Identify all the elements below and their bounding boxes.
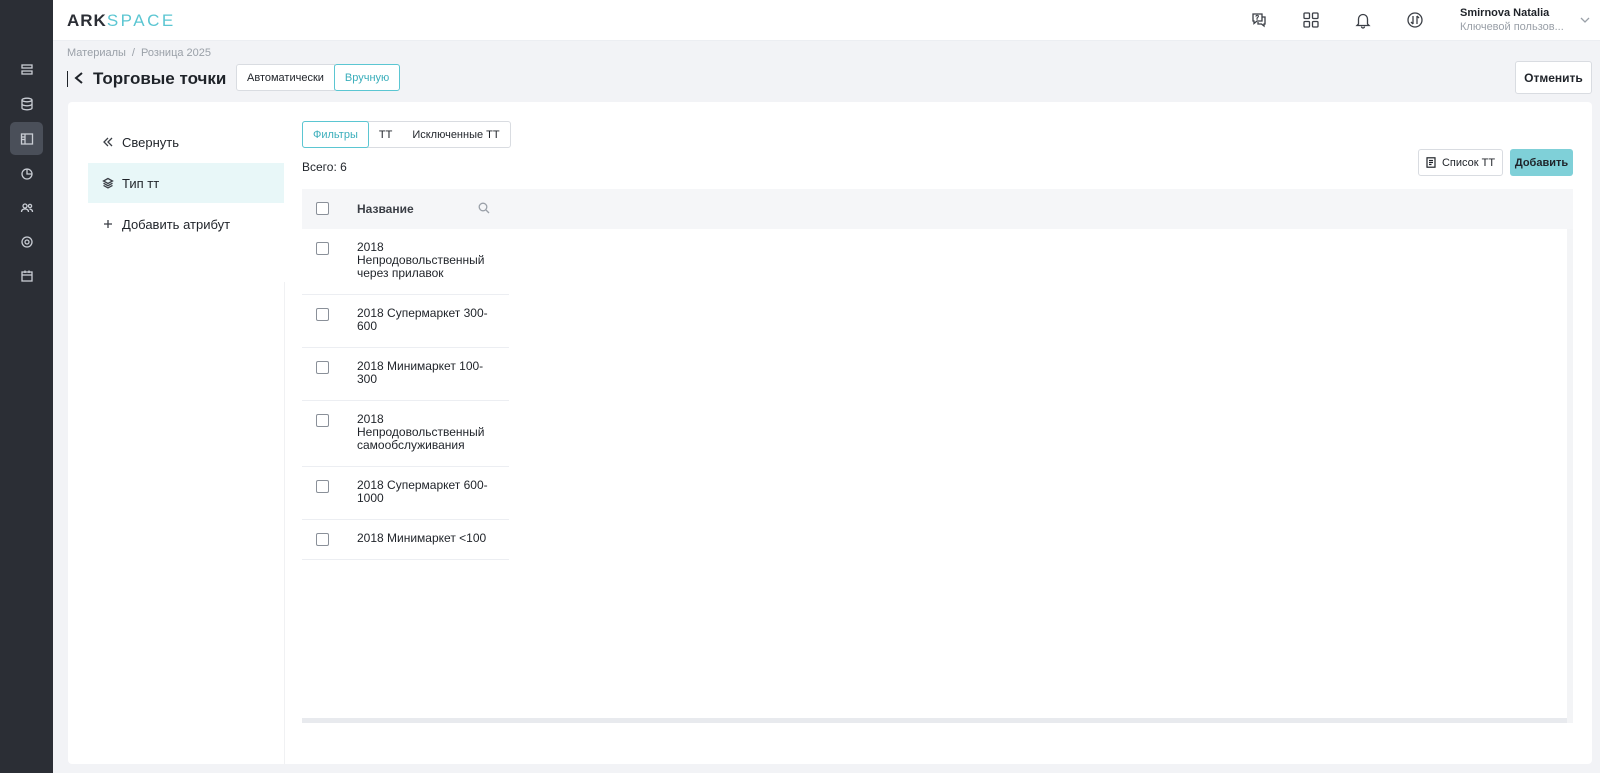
table-row[interactable]: 2018 Супермаркет 600-1000 (302, 467, 509, 520)
add-attribute-button[interactable]: Добавить атрибут (88, 204, 284, 244)
tt-list-label: Список ТТ (1441, 156, 1496, 169)
sidebar-item-label: Тип тт (122, 175, 160, 191)
user-menu[interactable]: Smirnova Natalia Ключевой пользов... (1460, 7, 1580, 33)
breadcrumb: Материалы / Розница 2025 (67, 47, 211, 59)
bell-icon (1355, 13, 1371, 29)
sync-button[interactable] (1405, 10, 1425, 30)
back-button[interactable] (73, 71, 85, 88)
table-row[interactable]: 2018 Супермаркет 300-600 (302, 295, 509, 348)
gear-icon (20, 235, 33, 248)
document-icon (1426, 157, 1436, 168)
rail-database[interactable] (10, 87, 43, 120)
rail-reports[interactable] (10, 157, 43, 190)
add-button[interactable]: Добавить (1510, 149, 1573, 176)
sidebar-item-tip-tt[interactable]: Тип тт (88, 163, 284, 203)
row-checkbox[interactable] (316, 533, 329, 546)
table-row[interactable]: 2018 Непродовольственный самообслуживани… (302, 401, 509, 467)
rail-settings[interactable] (10, 225, 43, 258)
sidebar-divider (284, 282, 285, 764)
breadcrumb-materials[interactable]: Материалы (67, 47, 126, 59)
tab-excluded-tt[interactable]: Исключенные ТТ (402, 122, 509, 147)
search-icon (478, 202, 490, 214)
select-all-checkbox[interactable] (316, 202, 329, 215)
table-header: Название (302, 189, 1573, 229)
column-search-button[interactable] (478, 202, 490, 217)
row-name: 2018 Минимаркет <100 (357, 531, 487, 545)
row-name: 2018 Супермаркет 600-1000 (357, 478, 488, 505)
logo-bold: ARK (67, 11, 107, 30)
double-chevron-left-icon (103, 137, 113, 147)
notifications-button[interactable] (1353, 10, 1373, 30)
cancel-button[interactable]: Отменить (1515, 61, 1592, 94)
add-attribute-label: Добавить атрибут (122, 216, 231, 232)
row-checkbox[interactable] (316, 414, 329, 427)
breadcrumb-separator: / (131, 47, 135, 59)
column-header-name[interactable]: Название (357, 202, 414, 216)
user-menu-toggle[interactable] (1579, 14, 1591, 26)
page-title: Торговые точки (93, 69, 227, 88)
page-header: Торговые точки (67, 66, 226, 92)
layout-icon (20, 132, 33, 145)
help-chat-icon: ? (1252, 13, 1266, 28)
apps-button[interactable] (1301, 10, 1321, 30)
main-card: Свернуть Тип тт Добавить атрибут Фильтры… (68, 102, 1592, 764)
tt-list-button[interactable]: Список ТТ (1418, 149, 1503, 176)
mode-toggle: Автоматически Вручную (236, 64, 401, 91)
total-count: Всего: 6 (302, 160, 347, 174)
sync-icon (1407, 12, 1423, 28)
plus-icon (104, 220, 112, 228)
tasks-icon (20, 63, 33, 75)
users-icon (20, 202, 33, 212)
top-bar: ARKSPACE ? Smirnova Natalia Ключевой пол… (53, 0, 1600, 41)
horizontal-scrollbar[interactable] (302, 718, 1567, 723)
rail-layout[interactable] (10, 122, 43, 155)
table-row[interactable]: 2018 Минимаркет 100-300 (302, 348, 509, 401)
mode-manual-button[interactable]: Вручную (333, 64, 401, 91)
apps-grid-icon (1303, 12, 1319, 28)
row-checkbox[interactable] (316, 361, 329, 374)
collapse-sidebar-button[interactable]: Свернуть (88, 122, 284, 162)
chevron-down-icon (1580, 17, 1590, 23)
help-chat-button[interactable]: ? (1249, 10, 1269, 30)
layers-icon (102, 177, 114, 189)
tab-filters[interactable]: Фильтры (302, 121, 369, 148)
data-table: Название 2018 Непродовольственный через … (302, 189, 1573, 734)
chart-icon (20, 167, 33, 180)
rail-calendar[interactable] (10, 259, 43, 292)
row-name: 2018 Минимаркет 100-300 (357, 359, 484, 386)
content-tabs: Фильтры ТТ Исключенные ТТ (302, 121, 511, 148)
row-checkbox[interactable] (316, 480, 329, 493)
mode-auto-button[interactable]: Автоматически (236, 64, 335, 91)
row-name: 2018 Непродовольственный самообслуживани… (357, 412, 485, 452)
user-name: Smirnova Natalia (1460, 7, 1550, 19)
row-checkbox[interactable] (316, 308, 329, 321)
row-name: 2018 Супермаркет 300-600 (357, 306, 488, 333)
user-role: Ключевой пользов... (1460, 21, 1564, 33)
logo-light: SPACE (106, 11, 176, 30)
collapse-label: Свернуть (122, 134, 180, 150)
tab-tt[interactable]: ТТ (369, 122, 402, 147)
rail-tasks[interactable] (10, 53, 43, 86)
calendar-icon (20, 270, 33, 282)
rail-users[interactable] (10, 191, 43, 224)
table-row[interactable]: 2018 Минимаркет <100 (302, 520, 509, 560)
chevron-left-icon (74, 71, 83, 84)
left-nav-rail (0, 0, 53, 773)
database-icon (20, 97, 33, 110)
row-checkbox[interactable] (316, 242, 329, 255)
table-row[interactable]: 2018 Непродовольственный через прилавок (302, 229, 509, 295)
breadcrumb-retail-2025[interactable]: Розница 2025 (141, 47, 211, 59)
app-logo[interactable]: ARKSPACE (67, 11, 176, 31)
vertical-scrollbar[interactable] (1567, 229, 1573, 723)
back-divider (67, 71, 68, 87)
row-name: 2018 Непродовольственный через прилавок (357, 240, 485, 280)
